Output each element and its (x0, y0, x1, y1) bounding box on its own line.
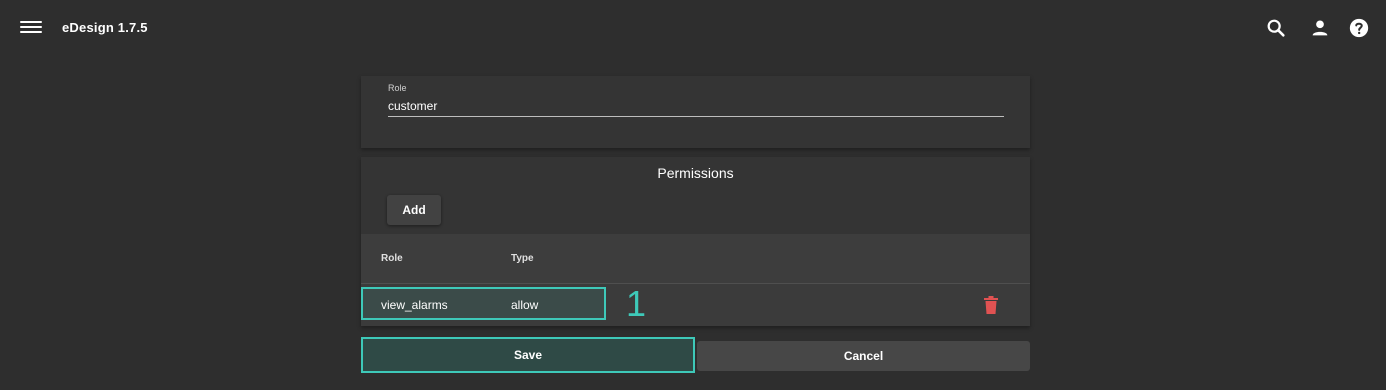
top-app-bar: eDesign 1.7.5 (0, 0, 1386, 56)
column-header-role: Role (381, 253, 403, 264)
role-input[interactable] (388, 96, 1004, 117)
role-card: Role (361, 76, 1030, 148)
role-field-label: Role (388, 83, 407, 93)
delete-icon[interactable] (984, 296, 998, 314)
menu-icon[interactable] (20, 18, 42, 38)
account-icon[interactable] (1309, 17, 1331, 39)
search-icon[interactable] (1265, 17, 1287, 39)
app-title: eDesign 1.7.5 (62, 20, 148, 35)
column-header-type: Type (511, 253, 534, 264)
help-icon[interactable] (1348, 17, 1370, 39)
row-type-cell: allow (511, 298, 539, 312)
row-role-cell: view_alarms (381, 298, 448, 312)
callout-number-1: 1 (626, 283, 647, 324)
cancel-button[interactable]: Cancel (697, 341, 1030, 371)
save-button[interactable]: Save (361, 337, 695, 373)
permissions-title: Permissions (657, 165, 734, 181)
permissions-card: Permissions Add Role Type view_alarms al… (361, 157, 1030, 326)
table-row[interactable]: view_alarms allow 1 (361, 284, 1030, 326)
add-permission-button[interactable]: Add (387, 195, 441, 225)
permissions-table-header: Role Type (361, 234, 1030, 284)
